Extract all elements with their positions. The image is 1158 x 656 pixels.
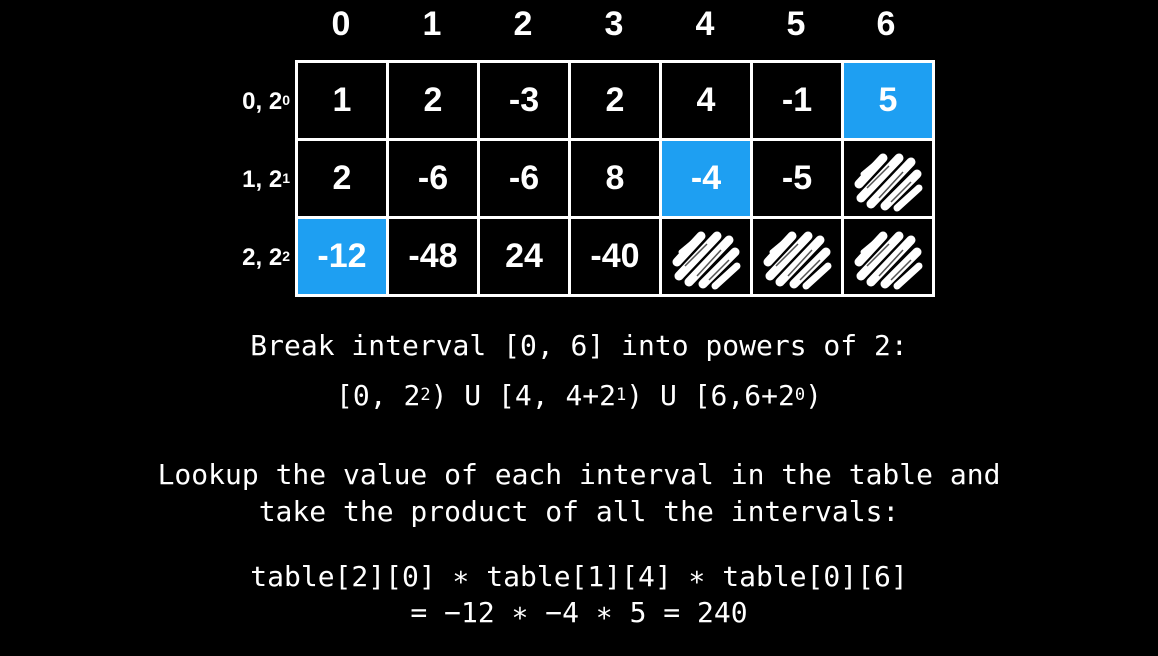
result-line: = −12 ∗ −4 ∗ 5 = 240 (410, 596, 748, 629)
table-cell-r0-c2: -3 (480, 63, 568, 138)
table-cell-r2-c3: -40 (571, 219, 659, 294)
table-cell-r1-c4: -4 (662, 141, 750, 216)
table-cell-r0-c5: -1 (753, 63, 841, 138)
column-header-4: 4 (695, 5, 715, 43)
table-cell-r0-c6: 5 (844, 63, 932, 138)
row-label-1-base: 1, 2 (242, 166, 283, 193)
scribble-icon (853, 144, 923, 214)
column-header-2: 2 (513, 5, 533, 43)
explanation-line-1: Break interval [0, 6] into powers of 2: (250, 329, 908, 362)
table-cell-r0-c4: 4 (662, 63, 750, 138)
interval-exponent-1: 2 (420, 385, 431, 405)
interval-exponent-2: 1 (616, 385, 627, 405)
explanation-line-3: Lookup the value of each interval in the… (157, 458, 1001, 491)
row-label-2-exponent: 2 (282, 248, 290, 264)
column-header-3: 3 (604, 5, 624, 43)
column-header-6: 6 (876, 5, 896, 43)
table-cell-r1-c3: 8 (571, 141, 659, 216)
table-cell-r2-c0: -12 (298, 219, 386, 294)
column-header-0: 0 (331, 5, 351, 43)
table-cell-r0-c3: 2 (571, 63, 659, 138)
explanation-line-2: [0, 22) U [4, 4+21) U [6,6+20) (0, 378, 1158, 414)
interval-part-1: [0, 2 (336, 379, 421, 412)
scribbled-cell (662, 219, 750, 294)
table-cell-r0-c0: 1 (298, 63, 386, 138)
scribble-icon (762, 222, 832, 292)
interval-exponent-3: 0 (794, 385, 806, 405)
interval-part-4: ) (805, 379, 822, 412)
scribble-icon (853, 222, 923, 292)
table-cell-r1-c5: -5 (753, 141, 841, 216)
formula-line: table[2][0] ∗ table[1][4] ∗ table[0][6] (250, 560, 908, 593)
table-cell-r2-c1: -48 (389, 219, 477, 294)
row-label-2-base: 2, 2 (242, 244, 283, 271)
column-headers: 0 1 2 3 4 5 6 (0, 0, 1158, 50)
explanation-line-4: take the product of all the intervals: (258, 495, 900, 528)
scribbled-cell (844, 219, 932, 294)
scribble-icon (671, 222, 741, 292)
table-cell-r1-c1: -6 (389, 141, 477, 216)
column-header-1: 1 (422, 5, 442, 43)
table-cell-r2-c2: 24 (480, 219, 568, 294)
sparse-table-grid: 1 2 -3 2 4 -1 5 2 -6 -6 8 -4 -5 -12 -48 24 -40 (295, 60, 935, 297)
row-label-0: 0, 20 (170, 87, 290, 117)
interval-part-3: ) U [6,6+2 (626, 379, 795, 412)
table-cell-r0-c1: 2 (389, 63, 477, 138)
row-label-2: 2, 22 (170, 243, 290, 273)
interval-part-2: ) U [4, 4+2 (430, 379, 617, 412)
scribbled-cell (844, 141, 932, 216)
table-cell-r1-c2: -6 (480, 141, 568, 216)
row-label-1: 1, 21 (170, 165, 290, 195)
row-label-0-base: 0, 2 (242, 88, 283, 115)
row-label-1-exponent: 1 (282, 170, 290, 186)
scribbled-cell (753, 219, 841, 294)
column-header-5: 5 (786, 5, 806, 43)
row-label-0-exponent: 0 (282, 92, 290, 108)
table-cell-r1-c0: 2 (298, 141, 386, 216)
